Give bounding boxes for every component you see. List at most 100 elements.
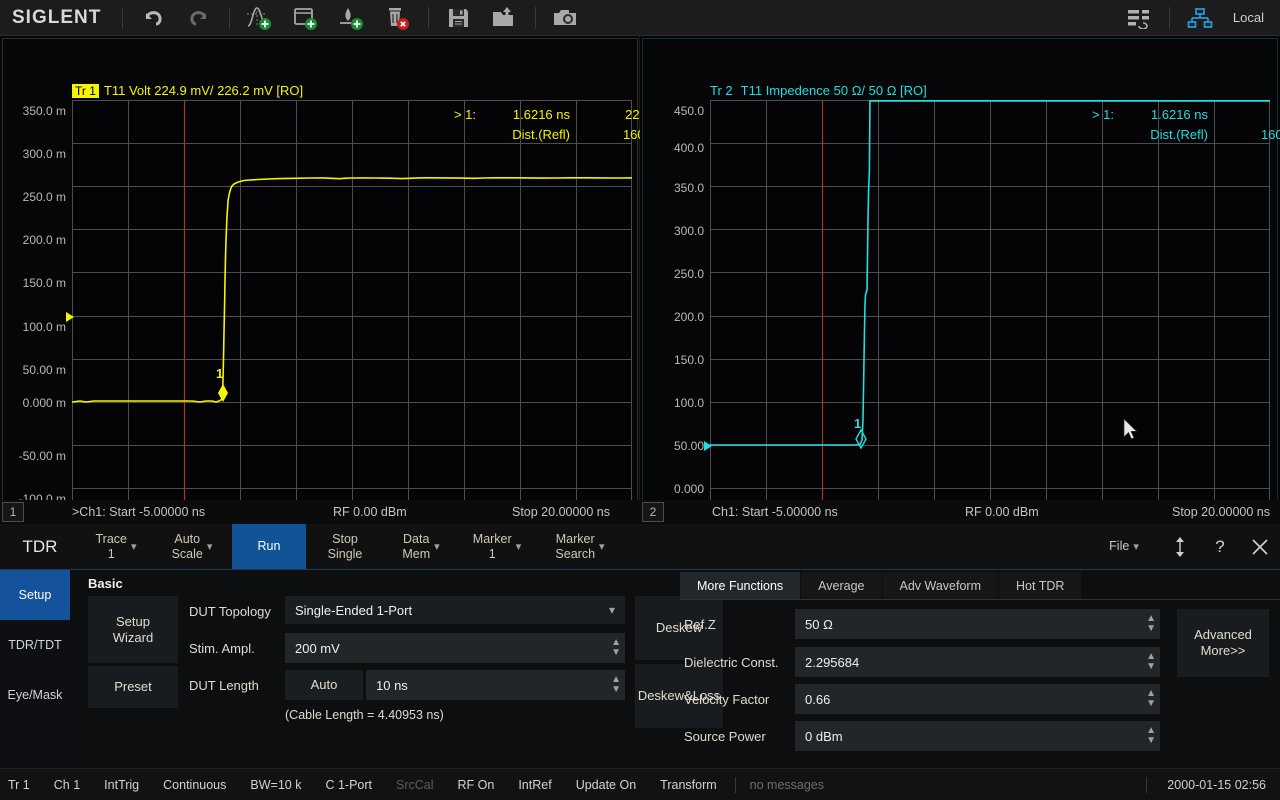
source-power-input[interactable]: 0 dBm ▲ ▼ [795, 721, 1160, 751]
trace1-marker-diamond[interactable] [215, 382, 231, 404]
trace1-y-axis: 350.0 m 300.0 m 250.0 m 200.0 m 150.0 m … [0, 100, 66, 532]
velocity-factor-input[interactable]: 0.66 ▲ ▼ [795, 684, 1160, 714]
trace2-ytick-9: 0.000 [674, 482, 704, 496]
status-update[interactable]: Update On [564, 778, 648, 792]
tab-adv-waveform[interactable]: Adv Waveform [883, 572, 1000, 600]
ref-z-stepper[interactable]: ▲ ▼ [1146, 609, 1156, 639]
help-button[interactable]: ? [1200, 524, 1240, 569]
undo-button[interactable] [130, 1, 176, 35]
trace2-channel-box[interactable]: 2 [642, 502, 664, 522]
chevron-down-icon-marker: ▾ [516, 540, 522, 553]
status-reference[interactable]: IntRef [506, 778, 563, 792]
tab-more-functions[interactable]: More Functions [680, 572, 801, 600]
source-power-stepper[interactable]: ▲ ▼ [1146, 721, 1156, 751]
menu-run[interactable]: Run [232, 524, 306, 569]
trace2-dist-label: Dist.(Refl) [1114, 127, 1210, 142]
trace2-title: T11 Impedence 50 Ω/ 50 Ω [RO] [741, 83, 927, 98]
chart-pane-trace2[interactable]: Tr 2T11 Impedence 50 Ω/ 50 Ω [RO] [640, 36, 1280, 524]
sidebar-item-setup[interactable]: Setup [0, 570, 70, 620]
menu-marker-search[interactable]: Marker Search ▾ [536, 524, 624, 569]
preset-label: Preset [114, 679, 152, 695]
chevron-down-icon-srcpower[interactable]: ▼ [1146, 736, 1156, 746]
resize-vertical-button[interactable] [1160, 524, 1200, 569]
sidebar-item-tdr-tdt[interactable]: TDR/TDT [0, 620, 70, 670]
status-channel[interactable]: Ch 1 [42, 778, 92, 792]
dut-length-stepper[interactable]: ▲ ▼ [611, 670, 621, 700]
plot-area-trace2[interactable]: 1 [710, 100, 1270, 532]
tdr-application-window: SIGLENT [0, 0, 1280, 800]
delete-button[interactable] [375, 1, 421, 35]
ref-z-value: 50 Ω [805, 617, 833, 632]
dut-length-auto-button[interactable]: Auto [285, 670, 363, 700]
dut-topology-select[interactable]: Single-Ended 1-Port ▾ [285, 596, 625, 624]
setup-wizard-line2: Wizard [113, 630, 153, 646]
trace2-ytick-1: 400.0 [674, 141, 704, 155]
ref-z-input[interactable]: 50 Ω ▲ ▼ [795, 609, 1160, 639]
status-srccal[interactable]: SrcCal [384, 778, 446, 792]
chevron-down-icon-length[interactable]: ▼ [611, 685, 621, 695]
chart-pane-trace1[interactable]: Tr 1T11 Volt 224.9 mV/ 226.2 mV [RO] [0, 36, 640, 524]
menu-file[interactable]: File ▾ [1088, 524, 1160, 569]
sidebar-item-eye-mask[interactable]: Eye/Mask [0, 670, 70, 720]
setup-wizard-line1: Setup [116, 614, 150, 630]
menu-auto-scale[interactable]: Auto Scale ▾ [152, 524, 232, 569]
stim-ampl-stepper[interactable]: ▲ ▼ [611, 633, 621, 663]
trace1-reference-marker[interactable] [66, 312, 74, 322]
menu-data-mem[interactable]: Data Mem ▾ [384, 524, 458, 569]
add-window-button[interactable] [283, 1, 329, 35]
menu-trace[interactable]: Trace 1 ▾ [80, 524, 152, 569]
tab-hot-tdr[interactable]: Hot TDR [999, 572, 1082, 600]
list-view-button[interactable] [1116, 1, 1162, 35]
more-functions-tabs: More Functions Average Adv Waveform Hot … [680, 572, 1082, 600]
status-trace[interactable]: Tr 1 [0, 778, 42, 792]
sidebar-item-tdr-tdt-label: TDR/TDT [8, 638, 61, 652]
trace2-ytick-0: 450.0 [674, 104, 704, 118]
menu-auto-scale-line2: Scale [172, 547, 203, 562]
redo-button[interactable] [176, 1, 222, 35]
toolbar-right-group: Local [1116, 1, 1280, 35]
add-trace-button[interactable] [237, 1, 283, 35]
chevron-down-icon-stim[interactable]: ▼ [611, 648, 621, 658]
status-trigger[interactable]: IntTrig [92, 778, 151, 792]
chevron-down-icon-refz[interactable]: ▼ [1146, 624, 1156, 634]
chevron-down-icon-topology: ▾ [609, 603, 615, 617]
stim-ampl-input[interactable]: 200 mV ▲ ▼ [285, 633, 625, 663]
status-bandwidth[interactable]: BW=10 k [238, 778, 313, 792]
open-button[interactable] [482, 1, 528, 35]
add-marker-button[interactable] [329, 1, 375, 35]
dielectric-const-stepper[interactable]: ▲ ▼ [1146, 647, 1156, 677]
status-sweep-mode[interactable]: Continuous [151, 778, 238, 792]
dielectric-const-input[interactable]: 2.295684 ▲ ▼ [795, 647, 1160, 677]
dut-length-label: DUT Length [189, 678, 259, 693]
charts-container: Tr 1T11 Volt 224.9 mV/ 226.2 mV [RO] [0, 36, 1280, 524]
chevron-down-icon-dielectric[interactable]: ▼ [1146, 662, 1156, 672]
toolbar-divider-5 [1169, 7, 1170, 29]
dut-length-input[interactable]: 10 ns ▲ ▼ [366, 670, 625, 700]
trace2-marker-x: 1.6216 ns [1114, 107, 1210, 122]
status-cal-type[interactable]: C 1-Port [313, 778, 384, 792]
chevron-down-icon-velocity[interactable]: ▼ [1146, 699, 1156, 709]
plot-area-trace1[interactable]: 1 [72, 100, 632, 532]
menu-marker-search-line1: Marker [555, 532, 595, 547]
screenshot-button[interactable] [543, 1, 589, 35]
advanced-more-button[interactable]: Advanced More>> [1177, 609, 1269, 677]
network-button[interactable] [1177, 1, 1223, 35]
status-rf[interactable]: RF On [446, 778, 507, 792]
trace1-channel-box[interactable]: 1 [2, 502, 24, 522]
status-transform[interactable]: Transform [648, 778, 729, 792]
menu-marker[interactable]: Marker 1 ▾ [458, 524, 536, 569]
trace1-footer-stop: Stop 20.00000 ns [512, 505, 610, 519]
trace2-y-axis: 450.0 400.0 350.0 300.0 250.0 200.0 150.… [640, 100, 704, 532]
trace2-ytick-2: 350.0 [674, 181, 704, 195]
tab-average[interactable]: Average [801, 572, 882, 600]
preset-button[interactable]: Preset [88, 666, 178, 708]
velocity-factor-stepper[interactable]: ▲ ▼ [1146, 684, 1156, 714]
save-button[interactable] [436, 1, 482, 35]
setup-wizard-button[interactable]: Setup Wizard [88, 596, 178, 663]
menu-stop-single[interactable]: Stop Single [306, 524, 384, 569]
trace2-reference-marker[interactable] [704, 441, 712, 451]
trace2-marker-diamond[interactable] [853, 428, 869, 450]
panel-sidebar: Setup TDR/TDT Eye/Mask [0, 570, 70, 768]
close-button[interactable] [1240, 524, 1280, 569]
trace1-footer-start: >Ch1: Start -5.00000 ns [72, 505, 205, 519]
